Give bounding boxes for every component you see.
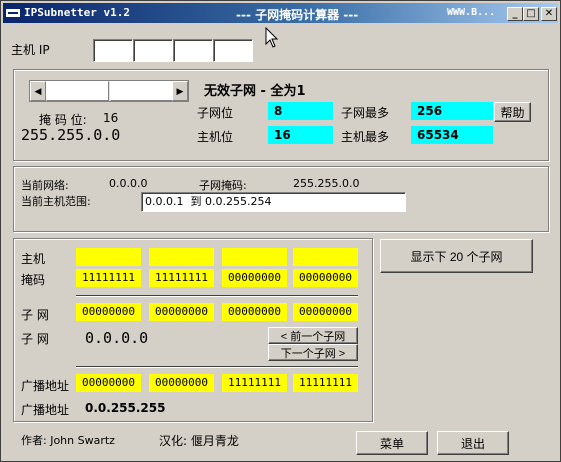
show-next-subnets-button[interactable]: 显示下 20 个子网 — [380, 239, 533, 273]
help-button[interactable]: 帮助 — [494, 102, 531, 122]
host-ip-octet-4[interactable] — [213, 39, 253, 62]
subnet-bits-value: 8 — [268, 102, 333, 120]
binary-host-label: 主机 — [21, 252, 46, 266]
slider-track-segment — [110, 81, 173, 101]
menu-button[interactable]: 菜单 — [356, 431, 428, 455]
invalid-subnet-note: 无效子网 - 全为1 — [204, 84, 306, 99]
host-bits-value: 16 — [268, 126, 333, 144]
app-window: IPSubnetter v1.2 --- 子网掩码计算器 --- WWW.B..… — [0, 0, 561, 462]
host-ip-octet-2[interactable] — [133, 39, 173, 62]
divider — [76, 295, 358, 297]
current-network-label: 当前网络: — [21, 179, 69, 192]
next-subnet-button[interactable]: 下一个子网 > — [268, 344, 358, 361]
subnet-bits-octet-4: 00000000 — [293, 303, 358, 321]
exit-button[interactable]: 退出 — [437, 431, 509, 455]
subnet-bits-octet-3: 00000000 — [222, 303, 287, 321]
minimize-button[interactable]: _ — [507, 7, 523, 21]
localization-credit: 汉化: 偃月青龙 — [159, 434, 239, 448]
close-button[interactable]: ✕ — [541, 7, 557, 21]
mouse-cursor-icon — [265, 27, 279, 48]
maximize-button[interactable]: □ — [523, 7, 539, 21]
app-icon — [6, 9, 20, 17]
mask-bits-value: 16 — [103, 111, 119, 125]
slider-thumb[interactable] — [46, 81, 109, 101]
host-bits-label: 主机位 — [197, 130, 234, 144]
host-bits-octet-3 — [222, 248, 287, 266]
author-credit: 作者: John Swartz — [21, 434, 115, 447]
app-title: IPSubnetter v1.2 — [24, 6, 130, 19]
subnet-bits-label: 子网位 — [197, 106, 234, 120]
host-bits-octet-2 — [149, 248, 214, 266]
broadcast-address-value: 0.0.255.255 — [85, 401, 166, 415]
window-title: --- 子网掩码计算器 --- — [236, 8, 359, 22]
host-bits-octet-1 — [76, 248, 141, 266]
divider — [76, 366, 358, 368]
mask-slider[interactable]: ◀ ▶ — [29, 80, 189, 102]
broadcast-address-label: 广播地址 — [21, 403, 70, 417]
broadcast-bits-octet-3: 11111111 — [222, 374, 287, 392]
max-subnets-label: 子网最多 — [341, 106, 390, 120]
slider-left-arrow[interactable]: ◀ — [30, 81, 46, 101]
broadcast-bits-octet-1: 00000000 — [76, 374, 141, 392]
max-hosts-label: 主机最多 — [341, 130, 390, 144]
current-subnet-mask-value: 255.255.0.0 — [293, 177, 360, 190]
max-subnets-value: 256 — [411, 102, 493, 120]
subnet-bits-octet-2: 00000000 — [149, 303, 214, 321]
broadcast-bits-octet-4: 11111111 — [293, 374, 358, 392]
title-bar[interactable]: IPSubnetter v1.2 --- 子网掩码计算器 --- WWW.B..… — [3, 3, 558, 23]
mask-value: 255.255.0.0 — [21, 126, 121, 144]
title-url: WWW.B... — [447, 7, 496, 18]
current-subnet-mask-label: 子网掩码: — [199, 179, 247, 192]
binary-mask-label: 掩码 — [21, 273, 46, 287]
host-ip-octet-3[interactable] — [173, 39, 213, 62]
host-ip-octet-1[interactable] — [93, 39, 133, 62]
host-range-field[interactable]: 0.0.0.1 到 0.0.255.254 — [141, 192, 406, 212]
prev-subnet-button[interactable]: < 前一个子网 — [268, 327, 358, 344]
binary-broadcast-label: 广播地址 — [21, 379, 70, 393]
host-range-label: 当前主机范围: — [21, 195, 91, 208]
host-ip-label: 主机 IP — [11, 43, 50, 57]
broadcast-bits-octet-2: 00000000 — [149, 374, 214, 392]
mask-bits-octet-1: 11111111 — [76, 269, 141, 287]
subnet-address-value: 0.0.0.0 — [85, 329, 149, 347]
mask-bits-octet-3: 00000000 — [222, 269, 287, 287]
slider-right-arrow[interactable]: ▶ — [172, 81, 188, 101]
mask-bits-octet-2: 11111111 — [149, 269, 214, 287]
binary-subnet-label: 子 网 — [21, 308, 49, 322]
max-hosts-value: 65534 — [411, 126, 493, 144]
subnet-address-label: 子 网 — [21, 332, 49, 346]
mask-bits-octet-4: 00000000 — [293, 269, 358, 287]
host-bits-octet-4 — [293, 248, 358, 266]
current-network-value: 0.0.0.0 — [109, 177, 148, 190]
subnet-bits-octet-1: 00000000 — [76, 303, 141, 321]
